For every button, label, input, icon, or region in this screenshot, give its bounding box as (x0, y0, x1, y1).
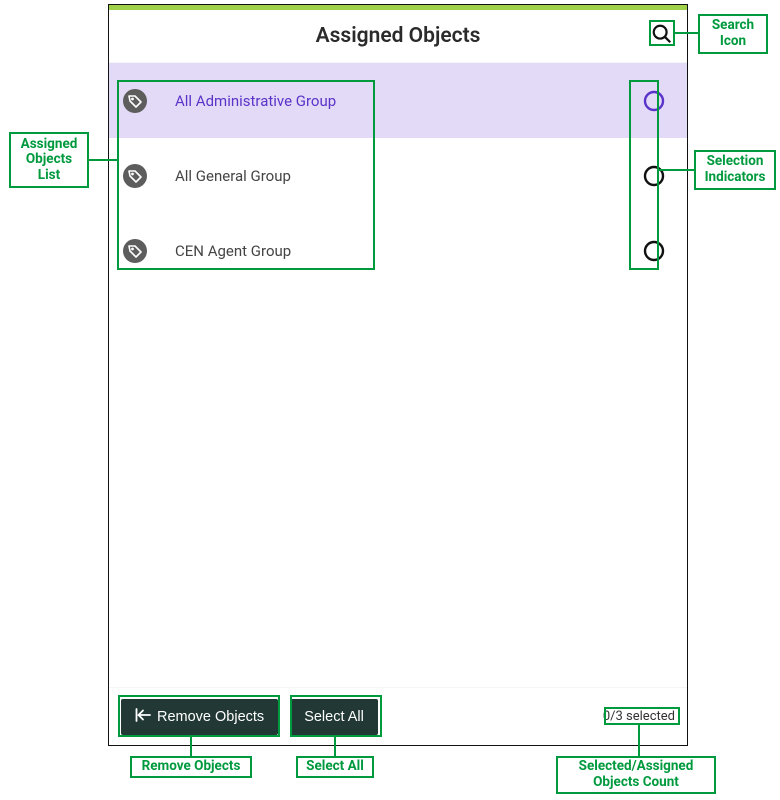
callout-label-select-all: Select All (296, 756, 374, 778)
arrow-left-bar-icon (135, 708, 151, 726)
callout-label-search-icon: Search Icon (698, 14, 768, 54)
list-item-label: CEN Agent Group (149, 242, 643, 260)
panel-footer: Remove Objects Select All 0/3 selected (109, 687, 687, 745)
select-all-button[interactable]: Select All (290, 699, 378, 735)
callout-label-assigned-list: Assigned Objects List (9, 132, 89, 188)
list-item[interactable]: All Administrative Group (109, 63, 687, 138)
list-item[interactable]: All General Group (109, 138, 687, 213)
page-title: Assigned Objects (316, 24, 481, 48)
remove-objects-button[interactable]: Remove Objects (121, 699, 278, 735)
selection-indicator[interactable] (643, 165, 665, 187)
search-icon (651, 23, 673, 49)
tag-icon (121, 237, 149, 265)
callout-label-count: Selected/Assigned Objects Count (556, 756, 716, 794)
list-item-label: All Administrative Group (149, 92, 643, 110)
assigned-objects-panel: Assigned Objects All Administrative Grou… (108, 4, 688, 746)
callout-label-selection-indicators: Selection Indicators (694, 150, 776, 190)
selection-count: 0/3 selected (603, 709, 675, 724)
selection-indicator[interactable] (643, 240, 665, 262)
button-label: Remove Objects (157, 709, 264, 725)
button-label: Select All (304, 709, 364, 725)
list-item-label: All General Group (149, 167, 643, 185)
tag-icon (121, 87, 149, 115)
selection-indicator[interactable] (643, 90, 665, 112)
list-item[interactable]: CEN Agent Group (109, 213, 687, 288)
tag-icon (121, 162, 149, 190)
assigned-objects-list[interactable]: All Administrative Group All General Gro… (109, 63, 687, 687)
callout-label-remove-objects: Remove Objects (130, 756, 252, 778)
search-button[interactable] (647, 21, 677, 51)
panel-header: Assigned Objects (109, 10, 687, 63)
